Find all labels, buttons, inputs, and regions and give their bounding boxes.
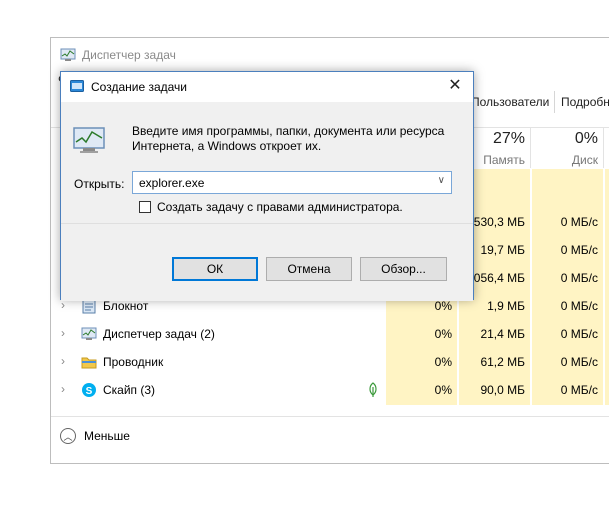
task-manager-titlebar: Диспетчер задач [60, 47, 176, 63]
disk-percent: 0% [574, 130, 598, 147]
task-manager-icon [73, 127, 105, 153]
process-name: Проводник [103, 355, 164, 369]
run-icon [70, 80, 84, 92]
ok-button[interactable]: ОК [172, 257, 258, 281]
disk-value: 0 МБ/с [560, 327, 598, 341]
column-separator [603, 128, 604, 168]
chevron-right-icon[interactable]: › [61, 326, 71, 340]
disk-value: 0 МБ/с [560, 355, 598, 369]
chevron-up-icon: ︿ [60, 428, 76, 444]
tab-users[interactable]: Пользователи [471, 95, 549, 109]
memory-value: 1,9 МБ [487, 299, 525, 313]
dialog-titlebar[interactable]: Создание задачи ✕ [61, 72, 473, 102]
task-manager-icon [81, 327, 97, 340]
tab-details[interactable]: Подробн [561, 95, 609, 109]
browse-button[interactable]: Обзор... [360, 257, 447, 281]
memory-value: 90,0 МБ [480, 383, 525, 397]
task-manager-title: Диспетчер задач [82, 48, 176, 62]
cpu-value: 0% [434, 299, 452, 313]
table-row[interactable]: › Диспетчер задач (2) 0% 21,4 МБ 0 МБ/с [51, 320, 609, 348]
cpu-value: 0% [434, 383, 452, 397]
chevron-right-icon[interactable]: › [61, 354, 71, 368]
footer-divider [51, 416, 609, 417]
disk-value: 0 МБ/с [560, 243, 598, 257]
dialog-title: Создание задачи [91, 80, 187, 94]
open-combobox-value: explorer.exe [139, 176, 205, 190]
admin-checkbox[interactable]: Создать задачу с правами администратора. [139, 200, 403, 214]
cpu-value: 0% [434, 327, 452, 341]
admin-checkbox-label: Создать задачу с правами администратора. [157, 200, 403, 214]
task-manager-icon [60, 48, 76, 61]
folder-icon [81, 357, 97, 369]
disk-value: 0 МБ/с [560, 271, 598, 285]
disk-value: 0 МБ/с [560, 299, 598, 313]
process-name: Блокнот [103, 299, 149, 313]
fewer-details-button[interactable]: ︿ Меньше [60, 428, 130, 444]
chevron-right-icon[interactable]: › [61, 382, 71, 396]
fewer-details-label: Меньше [84, 429, 130, 443]
disk-value: 0 МБ/с [560, 215, 598, 229]
leaf-icon [369, 382, 377, 397]
disk-value: 0 МБ/с [560, 383, 598, 397]
cancel-button[interactable]: Отмена [266, 257, 352, 281]
open-combobox[interactable]: explorer.exe ∨ [132, 171, 452, 194]
dialog-description: Введите имя программы, папки, документа … [132, 124, 445, 153]
process-name: Скайп (3) [103, 383, 156, 397]
svg-text:S: S [86, 386, 93, 397]
tab-separator [554, 91, 555, 113]
memory-value: 21,4 МБ [480, 327, 525, 341]
memory-value: 61,2 МБ [480, 355, 525, 369]
close-icon[interactable]: ✕ [446, 77, 464, 95]
column-header-disk[interactable]: 0% Диск [528, 130, 598, 167]
skype-icon: S [82, 383, 96, 397]
open-label: Открыть: [74, 177, 125, 191]
cpu-value: 0% [434, 355, 452, 369]
table-row[interactable]: › Проводник 0% 61,2 МБ 0 МБ/с [51, 348, 609, 376]
table-row[interactable]: › S Скайп (3) 0% 90,0 МБ 0 МБ/с [51, 376, 609, 404]
disk-label: Диск [571, 153, 598, 167]
create-task-dialog: Создание задачи ✕ Введите имя программы,… [60, 71, 474, 301]
process-name: Диспетчер задач (2) [103, 327, 215, 341]
checkbox-box[interactable] [139, 201, 151, 213]
chevron-down-icon[interactable]: ∨ [438, 175, 445, 186]
